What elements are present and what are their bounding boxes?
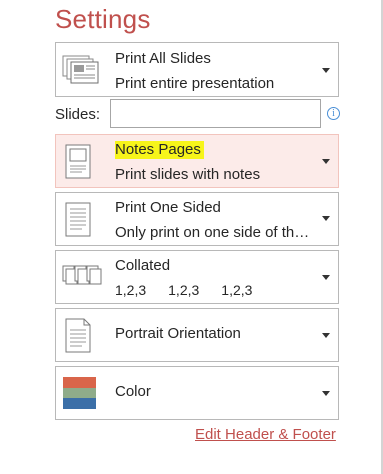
slides-label: Slides: (55, 106, 101, 123)
chevron-down-icon (322, 333, 330, 338)
slides-grid-icon (62, 55, 102, 90)
chevron-down-icon (322, 391, 330, 396)
layout-sublabel: Print slides with notes (115, 166, 261, 183)
chevron-down-icon (322, 275, 330, 280)
print-range-sublabel: Print entire presentation (115, 75, 275, 92)
sides-dropdown[interactable]: Print One Sided Only print on one side o… (55, 192, 339, 246)
collation-label: Collated (115, 257, 171, 274)
color-swatch-icon (62, 376, 98, 415)
settings-title: Settings (55, 4, 151, 34)
collation-set-3: 1,2,3 (221, 282, 253, 298)
orientation-label: Portrait Orientation (115, 325, 241, 342)
sides-sublabel: Only print on one side of the... (115, 224, 312, 241)
one-sided-page-icon (62, 202, 96, 243)
orientation-dropdown[interactable]: Portrait Orientation (55, 308, 339, 362)
collated-pages-icon (62, 264, 102, 295)
sides-label: Print One Sided (115, 199, 221, 216)
chevron-down-icon (322, 68, 330, 73)
portrait-page-icon (62, 318, 96, 359)
chevron-down-icon (322, 159, 330, 164)
collation-set-1: 1,2,3 (115, 282, 147, 298)
print-range-dropdown[interactable]: Print All Slides Print entire presentati… (55, 42, 339, 97)
collation-dropdown[interactable]: Collated 1,2,3 1,2,3 1,2,3 (55, 250, 339, 304)
notes-page-icon (62, 144, 96, 185)
layout-dropdown[interactable]: Notes Pages Print slides with notes (55, 134, 339, 188)
info-icon[interactable]: i (327, 107, 340, 120)
layout-label: Notes Pages (115, 141, 204, 159)
print-range-label: Print All Slides (115, 50, 211, 67)
collation-set-2: 1,2,3 (168, 282, 200, 298)
color-label: Color (115, 383, 151, 400)
edit-header-footer-link[interactable]: Edit Header & Footer (195, 426, 336, 443)
chevron-down-icon (322, 216, 330, 221)
color-dropdown[interactable]: Color (55, 366, 339, 420)
slides-input[interactable] (110, 99, 321, 128)
